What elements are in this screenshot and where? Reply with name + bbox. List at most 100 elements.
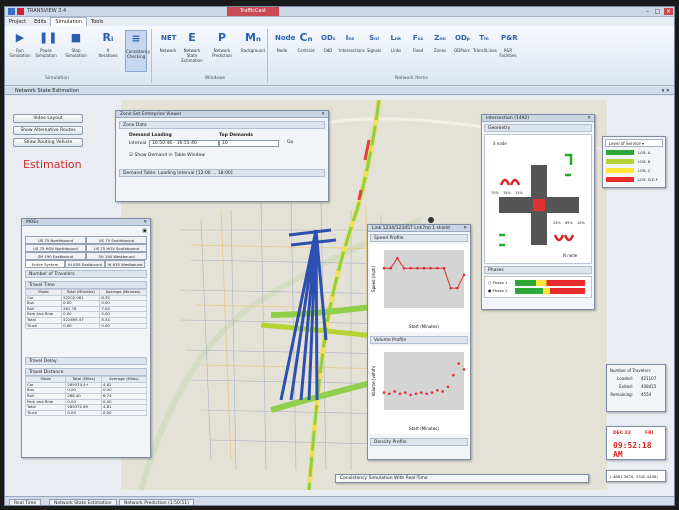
demand-table-footer[interactable]: Demand Table: Loading Interval [12:00 ..… [119, 169, 325, 177]
ribbon-button-label: Signals [366, 48, 382, 53]
data-point [382, 391, 386, 394]
moes-title: MOEs [26, 220, 39, 225]
pin-icon[interactable]: ▾ ✕ [662, 87, 670, 95]
pr-button[interactable]: P&R P&R Facilities [497, 30, 519, 58]
show-routing-vehicle-button[interactable]: Show Routing Vehicle [13, 138, 83, 147]
checking-icon: ≡ [131, 32, 141, 45]
moes-header: MOEs ✕ [22, 219, 150, 226]
data-point [409, 266, 412, 270]
counter-button[interactable]: Rᵢ # Iterations [97, 30, 119, 58]
moes-panel: MOEs ✕ ▣ US 75 Northbound US 75 Southbound… [21, 218, 151, 458]
zone-data-section[interactable]: Zone Data [119, 121, 325, 129]
density-profile-section[interactable]: Density Profile [370, 438, 468, 446]
travel-delay-section[interactable]: Travel Delay [25, 357, 147, 366]
close-icon[interactable]: × [664, 8, 673, 15]
pause-button[interactable]: ❚❚ Pause Simulation [35, 30, 57, 58]
moes-tab[interactable]: US 75 Northbound [25, 236, 86, 244]
close-icon[interactable]: ✕ [321, 111, 325, 118]
odd-button[interactable]: ODₛ OdD [317, 30, 339, 53]
checking-button[interactable]: ≡ Consistency Checking [125, 30, 150, 72]
travelers-section[interactable]: Number of Travelers [25, 270, 147, 278]
data-point [416, 266, 419, 270]
estimation-button[interactable]: E Network State Estimation [181, 30, 203, 63]
consistency-bar[interactable]: Consistency Simulation With Real-Time [335, 474, 589, 483]
volume-profile-section[interactable]: Volume Profile [370, 336, 468, 344]
moes-tab[interactable]: US 75 Southbound [86, 236, 147, 244]
travelers-panel: Number of Travelers Loaded: 421107 Exited:… [606, 364, 666, 412]
close-icon[interactable]: ✕ [143, 219, 147, 226]
data-point [441, 390, 444, 393]
video-layout-button[interactable]: Video Layout [13, 114, 83, 123]
prediction-button[interactable]: P Network Prediction [211, 30, 233, 58]
intersection-diagram: S node N node 70% 15% 15% 25% 65% 10% [484, 134, 592, 264]
play-button[interactable]: ▶ Run Simulation [9, 30, 31, 58]
travelers-rows: Loaded: 421107 Exited: 408415 Remaining: 4554 [607, 376, 665, 400]
task-state-estimation[interactable]: Network State Estimation [49, 499, 117, 505]
task-network-prediction[interactable]: Network Prediction (3:50:51) [119, 499, 194, 505]
centroid-button[interactable]: Cₙ Centroid [295, 30, 317, 53]
moes-tab[interactable]: Entire System [25, 260, 65, 268]
intersection-button[interactable]: Iₙₛ Intersections [339, 30, 365, 53]
phases-section[interactable]: Phases [484, 266, 592, 274]
ribbon-button-label: P&R Facilities [499, 48, 517, 58]
travel-time-section[interactable]: Travel Time [25, 281, 147, 289]
data-point [456, 286, 459, 290]
geometry-section[interactable]: Geometry [484, 124, 592, 132]
interval-select[interactable]: 16:50:46 - 16:55:46 [149, 140, 219, 147]
travel-distance-section[interactable]: Travel Distance [25, 368, 147, 377]
demand-checkbox[interactable]: ☑ Show Demand in Table Window [129, 153, 205, 158]
data-point [462, 368, 466, 371]
phase-1-radio[interactable]: ○ Phase 1 [488, 280, 508, 285]
los-item: LOS: A [606, 149, 662, 157]
coords-readout: (-4881.3676, 3340.4446) [610, 474, 658, 479]
save-icon[interactable]: ▣ [25, 228, 147, 236]
go-button[interactable]: Go [287, 140, 293, 145]
signal-button[interactable]: Sₙₗ Signals [363, 30, 385, 53]
intersection-title: Intersection (1492) [486, 116, 530, 121]
speed-chart: Start (Minutes) Speed (mph) [370, 244, 470, 332]
moes-tab[interactable]: US 75 HOV Northbound [25, 244, 86, 252]
table-row: Truck 0.00 0.00 [24, 409, 147, 417]
speed-profile-section[interactable]: Speed Profile [370, 234, 468, 242]
moes-tab[interactable]: IH 635 Eastbound [65, 260, 105, 268]
minimize-icon[interactable]: – [643, 8, 652, 15]
close-icon[interactable]: ✕ [463, 225, 467, 232]
network-button[interactable]: NET Network [157, 30, 179, 53]
background-button[interactable]: Mₙ Background [241, 30, 265, 53]
transitlines-button[interactable]: Tₗₙ TransitLines [473, 30, 497, 53]
travelers-value: 4554 [641, 392, 652, 397]
workspace-title-bar: Network State Estimation ▾ ✕ [5, 87, 674, 95]
moes-tab[interactable]: US 75 HOV Southbound [86, 244, 147, 252]
zones-button[interactable]: Zₙₙ Zones [429, 30, 451, 53]
stop-button[interactable]: ■ Stop Simulation [65, 30, 87, 58]
moes-tab[interactable]: SH 190 Westbound [86, 252, 147, 260]
quick-access-icon[interactable] [17, 8, 24, 15]
demand-checkbox-label: Show Demand in Table Window [134, 153, 205, 158]
ribbon-separator [151, 29, 152, 83]
clock-time: 09:52:18 AM [613, 441, 652, 459]
moes-tab[interactable]: SH 190 Eastbound [25, 252, 86, 260]
los-select[interactable]: Level of Service ▾ [605, 139, 663, 147]
phase-1-bar [515, 280, 585, 286]
show-alternative-routes-button[interactable]: Show Alternative Routes [13, 126, 83, 135]
demand-footer-label: Demand Table: Loading Interval [12:00 ..… [123, 171, 233, 176]
table-cell: 0.00 [61, 322, 101, 330]
los-swatch [606, 168, 634, 173]
workspace: Video Layout Show Alternative Routes Sho… [5, 96, 674, 496]
turn-pct-4: 25% [553, 221, 561, 225]
odpairs-button[interactable]: ODₚ ODPairs [451, 30, 473, 53]
data-point [409, 393, 412, 397]
links-button[interactable]: Lₙₖ Links [385, 30, 407, 53]
close-icon[interactable]: ✕ [587, 115, 591, 122]
node-button[interactable]: Node Node [271, 30, 295, 53]
fixed-button[interactable]: Fₓₓ Fixed [407, 30, 429, 53]
phase-2-radio[interactable]: ● Phase 2 [488, 288, 508, 293]
maximize-icon[interactable]: □ [653, 8, 662, 15]
table-cell: 0.00 [65, 409, 103, 417]
travelers-row: Exited: 408415 [607, 384, 665, 392]
moes-tab[interactable]: IH 635 Westbound [105, 260, 145, 268]
volume-chart: Start (Minutes) Volume (veh/h) [370, 346, 470, 434]
top-demands-select[interactable]: 10 [219, 140, 279, 147]
task-real-time[interactable]: Real Time [9, 499, 42, 505]
geometry-label: Geometry [488, 126, 511, 131]
